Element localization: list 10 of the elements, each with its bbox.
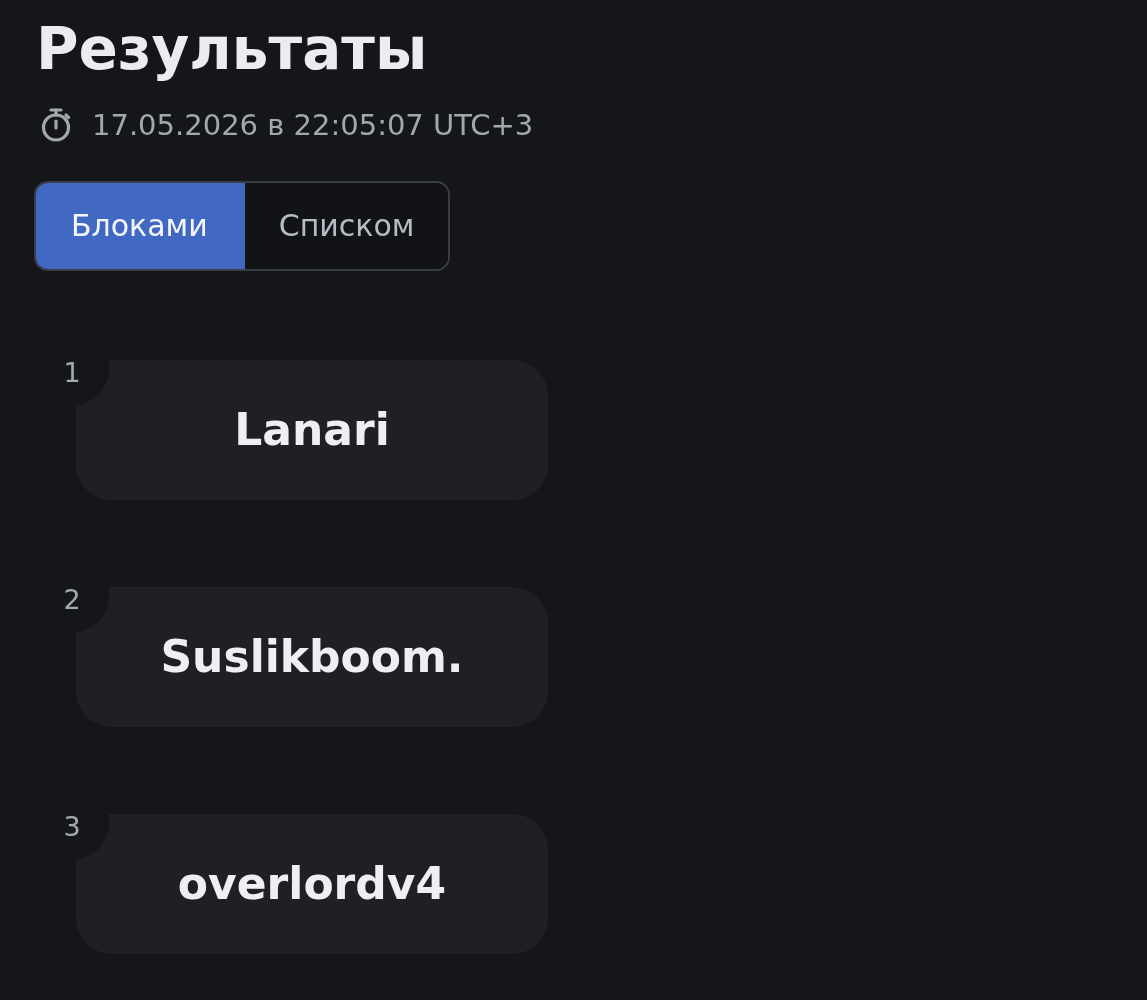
player-name: overlordv4 — [177, 857, 447, 911]
page-title: Результаты — [36, 14, 429, 84]
player-name: Lanari — [234, 403, 390, 457]
rank-number: 3 — [62, 813, 82, 841]
view-tab[interactable]: Блоками — [36, 183, 245, 269]
timestamp-text: 17.05.2026 в 22:05:07 UTC+3 — [92, 107, 534, 144]
rank-number: 2 — [62, 586, 82, 614]
rank-number: 1 — [62, 359, 82, 387]
stopwatch-icon — [40, 108, 72, 142]
player-name: Suslikboom. — [160, 630, 464, 684]
